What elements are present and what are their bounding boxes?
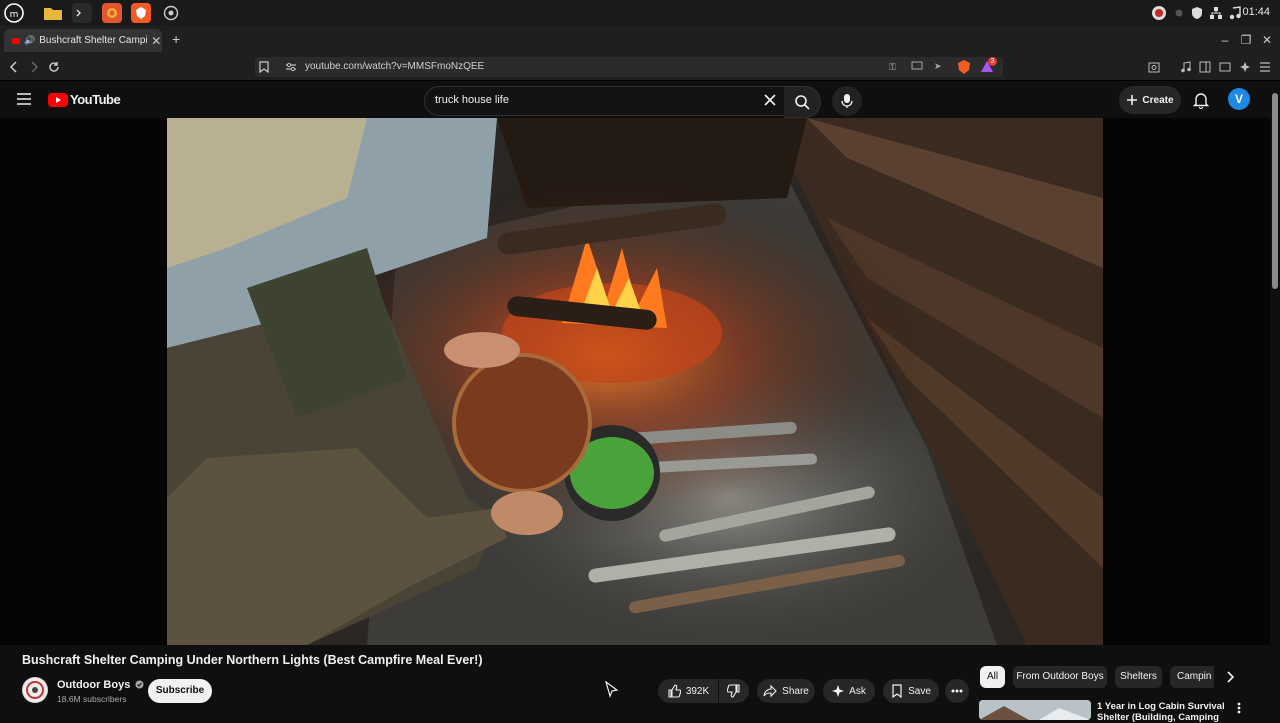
minimize-icon[interactable]: – bbox=[1218, 33, 1232, 47]
browser-menu-icon[interactable] bbox=[1257, 59, 1273, 75]
chip-next-arrow-icon[interactable] bbox=[1222, 669, 1238, 685]
bookmark-icon[interactable] bbox=[259, 61, 269, 73]
channel-name-text[interactable]: Outdoor Boys bbox=[57, 679, 130, 691]
wallet-icon[interactable] bbox=[1217, 59, 1233, 75]
speaker-icon: 🔊 bbox=[24, 35, 36, 45]
video-scene-image bbox=[167, 118, 1103, 645]
music-icon[interactable] bbox=[1228, 5, 1242, 21]
leo-icon[interactable] bbox=[1237, 59, 1253, 75]
maximize-icon[interactable]: ❐ bbox=[1239, 33, 1253, 47]
channel-avatar[interactable] bbox=[22, 677, 48, 703]
sparkle-icon bbox=[832, 685, 845, 697]
browser-tab-strip: 🔊 Bushcraft Shelter Camping ✕ + – ❐ ✕ bbox=[0, 26, 1280, 54]
send-icon[interactable]: ➤ bbox=[934, 61, 942, 72]
video-frame[interactable] bbox=[167, 118, 1103, 645]
files-icon[interactable] bbox=[43, 3, 63, 23]
thumbs-up-icon bbox=[668, 684, 681, 698]
cast-icon[interactable] bbox=[911, 61, 923, 71]
url-text[interactable]: youtube.com/watch?v=MMSFmoNzQEE bbox=[305, 61, 484, 72]
reload-icon[interactable] bbox=[46, 59, 62, 75]
chip-camping[interactable]: Campin bbox=[1170, 666, 1214, 688]
notification-badge: 3 bbox=[988, 57, 997, 66]
forward-icon[interactable] bbox=[26, 59, 42, 75]
dislike-button[interactable] bbox=[719, 679, 749, 703]
chip-from-outdoor-boys[interactable]: From Outdoor Boys bbox=[1013, 666, 1107, 688]
subscriber-count: 18.6M subscribers bbox=[57, 694, 127, 704]
status-dot-icon bbox=[1174, 5, 1184, 21]
video-player[interactable] bbox=[0, 118, 1270, 645]
youtube-favicon-icon bbox=[12, 37, 20, 44]
video-title: Bushcraft Shelter Camping Under Northern… bbox=[22, 653, 483, 667]
subscribe-button[interactable]: Subscribe bbox=[148, 679, 212, 703]
save-button[interactable]: Save bbox=[883, 679, 939, 703]
ask-button[interactable]: Ask bbox=[823, 679, 875, 703]
account-avatar[interactable]: V bbox=[1228, 88, 1250, 110]
back-icon[interactable] bbox=[6, 59, 22, 75]
save-label: Save bbox=[908, 685, 931, 697]
chip-all[interactable]: All bbox=[980, 666, 1005, 688]
key-icon[interactable]: ⚿ bbox=[889, 62, 896, 73]
shield-tray-icon[interactable] bbox=[1190, 5, 1204, 21]
network-icon[interactable] bbox=[1209, 5, 1223, 21]
plus-icon bbox=[1127, 95, 1138, 105]
recommended-video-thumbnail[interactable] bbox=[979, 700, 1091, 720]
hamburger-menu-icon[interactable] bbox=[16, 92, 32, 106]
voice-search-button[interactable] bbox=[832, 86, 862, 116]
obs-tray-icon[interactable] bbox=[1151, 5, 1167, 21]
verified-badge-icon bbox=[135, 680, 144, 689]
more-horizontal-icon bbox=[951, 689, 963, 693]
mouse-cursor-icon bbox=[604, 681, 620, 699]
clear-search-icon[interactable] bbox=[763, 93, 777, 107]
mint-menu-icon[interactable]: m bbox=[4, 3, 24, 23]
address-bar-row: youtube.com/watch?v=MMSFmoNzQEE ⚿ ➤ 3 bbox=[0, 54, 1280, 81]
media-icon[interactable] bbox=[1178, 59, 1194, 75]
youtube-header: YouTube truck house life Create V bbox=[0, 81, 1270, 118]
recommended-more-icon[interactable] bbox=[1237, 702, 1241, 714]
url-field[interactable]: youtube.com/watch?v=MMSFmoNzQEE ⚿ ➤ 3 bbox=[255, 57, 1003, 77]
notifications-bell-icon[interactable] bbox=[1193, 91, 1209, 109]
microphone-icon bbox=[841, 94, 853, 108]
youtube-play-logo-icon bbox=[48, 92, 68, 107]
thumbs-down-icon bbox=[727, 684, 740, 698]
search-input-text[interactable]: truck house life bbox=[435, 94, 509, 106]
svg-text:m: m bbox=[10, 10, 19, 20]
youtube-logo-text: YouTube bbox=[70, 92, 121, 107]
browser-tab[interactable]: 🔊 Bushcraft Shelter Camping ✕ bbox=[4, 29, 162, 52]
share-icon bbox=[763, 684, 777, 698]
save-playlist-icon bbox=[892, 684, 902, 698]
create-label: Create bbox=[1142, 94, 1174, 106]
tab-close-icon[interactable]: ✕ bbox=[151, 34, 161, 48]
search-input[interactable]: truck house life bbox=[424, 86, 786, 116]
firefox-icon[interactable] bbox=[102, 3, 122, 23]
like-count: 392K bbox=[685, 685, 710, 697]
brave-icon[interactable] bbox=[131, 3, 151, 23]
sidebar-icon[interactable] bbox=[1197, 59, 1213, 75]
chip-shelters[interactable]: Shelters bbox=[1115, 666, 1162, 688]
scrollbar-thumb[interactable] bbox=[1272, 93, 1278, 289]
more-actions-button[interactable] bbox=[945, 679, 969, 703]
ask-label: Ask bbox=[849, 685, 866, 697]
channel-name[interactable]: Outdoor Boys bbox=[57, 679, 144, 691]
create-button[interactable]: Create bbox=[1119, 86, 1181, 114]
screenshot-icon[interactable] bbox=[1146, 59, 1162, 75]
search-button[interactable] bbox=[784, 86, 821, 118]
os-taskbar: m 01:44 bbox=[0, 0, 1280, 26]
site-settings-icon[interactable] bbox=[285, 61, 297, 73]
youtube-logo[interactable]: YouTube bbox=[48, 92, 121, 107]
share-button[interactable]: Share bbox=[757, 679, 815, 703]
search-icon bbox=[795, 95, 810, 110]
brave-shields-icon[interactable] bbox=[957, 59, 971, 75]
like-button[interactable]: 392K bbox=[658, 679, 718, 703]
clock[interactable]: 01:44 bbox=[1242, 6, 1270, 18]
tab-title: Bushcraft Shelter Camping bbox=[39, 35, 148, 46]
extra-app-icon[interactable] bbox=[161, 3, 181, 23]
terminal-icon[interactable] bbox=[72, 3, 92, 23]
share-label: Share bbox=[782, 685, 809, 697]
new-tab-button[interactable]: + bbox=[172, 31, 180, 47]
page-scrollbar[interactable] bbox=[1270, 81, 1280, 720]
window-close-icon[interactable]: ✕ bbox=[1260, 33, 1274, 47]
